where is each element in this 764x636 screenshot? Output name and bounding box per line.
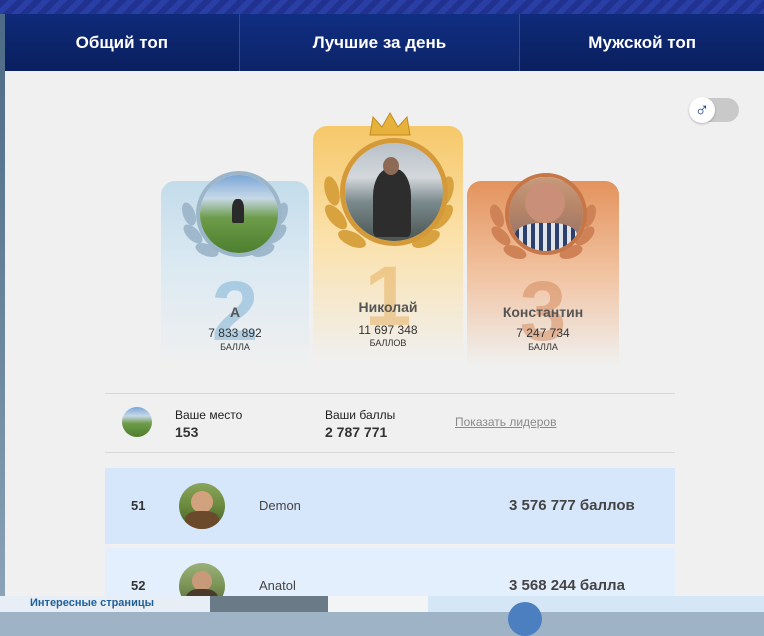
row-avatar[interactable] <box>179 483 225 529</box>
podium-score-unit: БАЛЛА <box>528 342 558 352</box>
background-block <box>328 596 428 612</box>
row-player-score: 3 576 777 баллов <box>509 497 635 514</box>
podium-player-name: Николай <box>358 299 418 315</box>
podium-player-score: 11 697 348 <box>358 323 418 337</box>
avatar-third-place[interactable] <box>505 173 587 255</box>
podium-score-unit: БАЛЛОВ <box>369 338 407 348</box>
interesting-pages-link[interactable]: Интересные страницы <box>30 597 154 609</box>
row-player-name[interactable]: Demon <box>259 498 301 513</box>
leaderboard-row[interactable]: 51 Demon 3 576 777 баллов <box>105 468 675 544</box>
your-points-label: Ваши баллы <box>325 408 396 422</box>
your-place-label: Ваше место <box>175 408 243 422</box>
background-page-footer: Интересные страницы <box>0 596 764 636</box>
background-block <box>428 596 764 612</box>
show-leaders-link[interactable]: Показать лидеров <box>455 415 556 429</box>
podium-player-score: 7 247 734 <box>516 326 570 340</box>
tab-overall-top[interactable]: Общий топ <box>5 14 240 71</box>
top-tabs: Общий топ Лучшие за день Мужской топ <box>5 14 764 71</box>
leaderboard-row[interactable]: 52 Anatol 3 568 244 балла <box>105 548 675 596</box>
background-circle <box>508 602 542 636</box>
divider <box>105 452 675 453</box>
podium-player-name: А <box>229 304 241 320</box>
gender-filter-toggle[interactable]: ♂ <box>689 97 739 123</box>
row-rank: 51 <box>131 498 146 513</box>
podium-player-score: 7 833 892 <box>208 326 262 340</box>
crown-icon <box>369 111 411 136</box>
avatar-second-place[interactable] <box>196 171 282 257</box>
tab-best-of-day[interactable]: Лучшие за день <box>239 14 521 71</box>
podium-player-name: Константин <box>502 304 584 320</box>
row-player-name[interactable]: Anatol <box>259 578 296 593</box>
row-player-score: 3 568 244 балла <box>509 577 625 594</box>
your-avatar[interactable] <box>122 407 152 437</box>
background-block <box>210 596 328 612</box>
leaderboard-panel: ♂ 2 А 7 833 892 БАЛЛА 1 Николай 11 697 3… <box>5 71 764 596</box>
your-place-value: 153 <box>175 424 199 440</box>
your-points-value: 2 787 771 <box>325 424 388 440</box>
divider <box>105 393 675 394</box>
podium-score-unit: БАЛЛА <box>220 342 250 352</box>
male-symbol-icon: ♂ <box>689 97 715 123</box>
avatar-first-place[interactable] <box>340 138 448 246</box>
row-avatar[interactable] <box>179 563 225 596</box>
tab-male-top[interactable]: Мужской топ <box>520 14 764 71</box>
row-rank: 52 <box>131 578 146 593</box>
background-header-strip <box>0 0 764 14</box>
